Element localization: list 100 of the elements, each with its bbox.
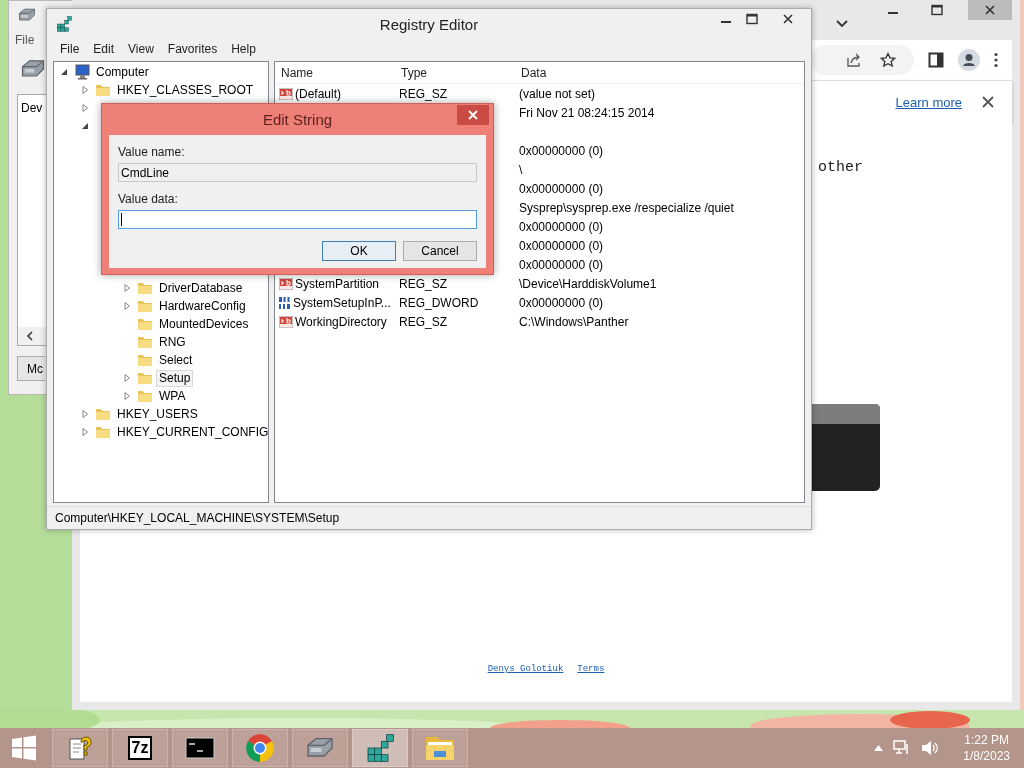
- input-field[interactable]: [118, 210, 477, 229]
- input-field[interactable]: CmdLine: [118, 163, 477, 182]
- status-bar-text: Computer\HKEY_LOCAL_MACHINE\SYSTEM\Setup: [55, 511, 340, 525]
- table-cell: REG_DWORD: [399, 295, 479, 310]
- folder-icon: [137, 352, 153, 368]
- help-document-icon: [67, 734, 93, 762]
- string-value-icon: [279, 277, 293, 290]
- tree-item[interactable]: HardwareConfig: [156, 297, 249, 315]
- cubes-icon: [55, 15, 73, 33]
- tree-item[interactable]: HKEY_CURRENT_CONFIG: [114, 423, 268, 441]
- column-header[interactable]: Type: [401, 65, 521, 80]
- browser-icon: [244, 732, 276, 764]
- console-icon: [185, 736, 215, 760]
- volume-icon[interactable]: [921, 740, 940, 756]
- menu-item[interactable]: File: [53, 42, 87, 56]
- tree-item[interactable]: Select: [156, 351, 196, 369]
- expand-arrow-icon[interactable]: [123, 284, 131, 292]
- folder-icon: [95, 424, 111, 440]
- dialog-button[interactable]: OK: [322, 241, 396, 261]
- address-bar[interactable]: [810, 45, 914, 75]
- menu-icon[interactable]: [994, 52, 998, 68]
- field-label: Value data:: [118, 192, 179, 206]
- folder-icon: [95, 406, 111, 422]
- table-cell: 0x00000000 (0): [519, 257, 604, 272]
- share-icon[interactable]: [846, 52, 862, 68]
- table-cell: (value not set): [519, 86, 596, 101]
- expand-arrow-icon[interactable]: [123, 302, 131, 310]
- page-text: other: [818, 159, 864, 176]
- table-cell: \Device\HarddiskVolume1: [519, 276, 657, 291]
- table-cell: C:\Windows\Panther: [519, 314, 629, 329]
- folder-icon: [137, 298, 153, 314]
- dialog-title: Edit String: [262, 111, 333, 128]
- table-cell: \: [519, 162, 523, 177]
- expand-arrow-icon[interactable]: [123, 374, 131, 382]
- column-header[interactable]: Data: [521, 65, 804, 80]
- start-icon[interactable]: [11, 735, 37, 761]
- side-panel-icon[interactable]: [928, 52, 944, 68]
- collapse-arrow-icon[interactable]: [81, 122, 89, 130]
- column-header[interactable]: Name: [281, 65, 401, 80]
- tree-item[interactable]: HKEY_USERS: [114, 405, 201, 423]
- folder-icon: [137, 370, 153, 386]
- table-cell: 0x00000000 (0): [519, 295, 604, 310]
- menu-item[interactable]: View: [121, 42, 161, 56]
- tree-item[interactable]: HKEY_CLASSES_ROOT: [114, 81, 257, 99]
- menu-item[interactable]: Edit: [86, 42, 122, 56]
- close-icon[interactable]: [984, 4, 996, 16]
- cubes-icon: [364, 732, 396, 764]
- menu-item[interactable]: File: [15, 33, 35, 47]
- table-cell: WorkingDirectory: [295, 314, 387, 329]
- close-button[interactable]: [457, 105, 489, 125]
- close-icon[interactable]: [982, 96, 994, 108]
- dialog-button[interactable]: Cancel: [403, 241, 477, 261]
- table-cell: 0x00000000 (0): [519, 219, 604, 234]
- menu-item[interactable]: Help: [224, 42, 263, 56]
- folder-icon: [137, 388, 153, 404]
- taskbar-button[interactable]: 7z: [112, 729, 168, 767]
- close-icon[interactable]: [782, 13, 794, 25]
- chevron-down-icon[interactable]: [836, 20, 848, 28]
- expand-arrow-icon[interactable]: [81, 104, 89, 112]
- tree-item[interactable]: RNG: [156, 333, 189, 351]
- tree-item[interactable]: Setup: [156, 369, 194, 387]
- avatar-icon[interactable]: [958, 49, 980, 71]
- show-hidden-icon[interactable]: [874, 745, 884, 751]
- tree-item[interactable]: MountedDevices: [156, 315, 252, 333]
- table-cell: REG_SZ: [399, 276, 447, 291]
- computer-icon: [74, 64, 90, 80]
- binary-value-icon: [279, 296, 291, 309]
- expand-arrow-icon[interactable]: [81, 86, 89, 94]
- table-cell: 0x00000000 (0): [519, 181, 604, 196]
- maximize-icon[interactable]: [746, 13, 758, 25]
- tree-item[interactable]: Computer: [93, 63, 152, 81]
- tree-item[interactable]: WPA: [156, 387, 189, 405]
- table-cell: SystemPartition: [295, 276, 380, 291]
- table-cell: REG_SZ: [399, 86, 447, 101]
- menu-item[interactable]: Favorites: [160, 42, 225, 56]
- list-item[interactable]: Dev: [18, 95, 46, 121]
- folder-icon: [137, 334, 153, 350]
- tree-item[interactable]: DriverDatabase: [156, 279, 246, 297]
- string-value-icon: [279, 87, 293, 100]
- maximize-icon[interactable]: [931, 4, 943, 16]
- scroll-left-icon[interactable]: [26, 331, 34, 341]
- table-cell: Sysprep\sysprep.exe /respecialize /quiet: [519, 200, 734, 215]
- folder-icon: [137, 280, 153, 296]
- folder-icon: [95, 82, 111, 98]
- archiver-icon: 7z: [127, 736, 153, 760]
- star-icon[interactable]: [880, 52, 896, 68]
- footer-link[interactable]: Denys Golotiuk: [487, 664, 564, 674]
- close-icon: [468, 110, 478, 120]
- table-cell: SystemSetupInP...: [293, 295, 391, 310]
- footer-link[interactable]: Terms: [577, 664, 605, 674]
- table-cell: (Default): [295, 86, 341, 101]
- expand-arrow-icon[interactable]: [81, 410, 89, 418]
- learn-more-link[interactable]: Learn more: [895, 94, 962, 110]
- taskbar-button[interactable]: [172, 729, 228, 767]
- taskbar-button[interactable]: [352, 729, 408, 767]
- expand-arrow-icon[interactable]: [81, 428, 89, 436]
- dialog-button[interactable]: Mc: [17, 356, 45, 381]
- expand-arrow-icon[interactable]: [123, 392, 131, 400]
- collapse-arrow-icon[interactable]: [60, 68, 68, 76]
- table-cell: Fri Nov 21 08:24:15 2014: [519, 105, 655, 120]
